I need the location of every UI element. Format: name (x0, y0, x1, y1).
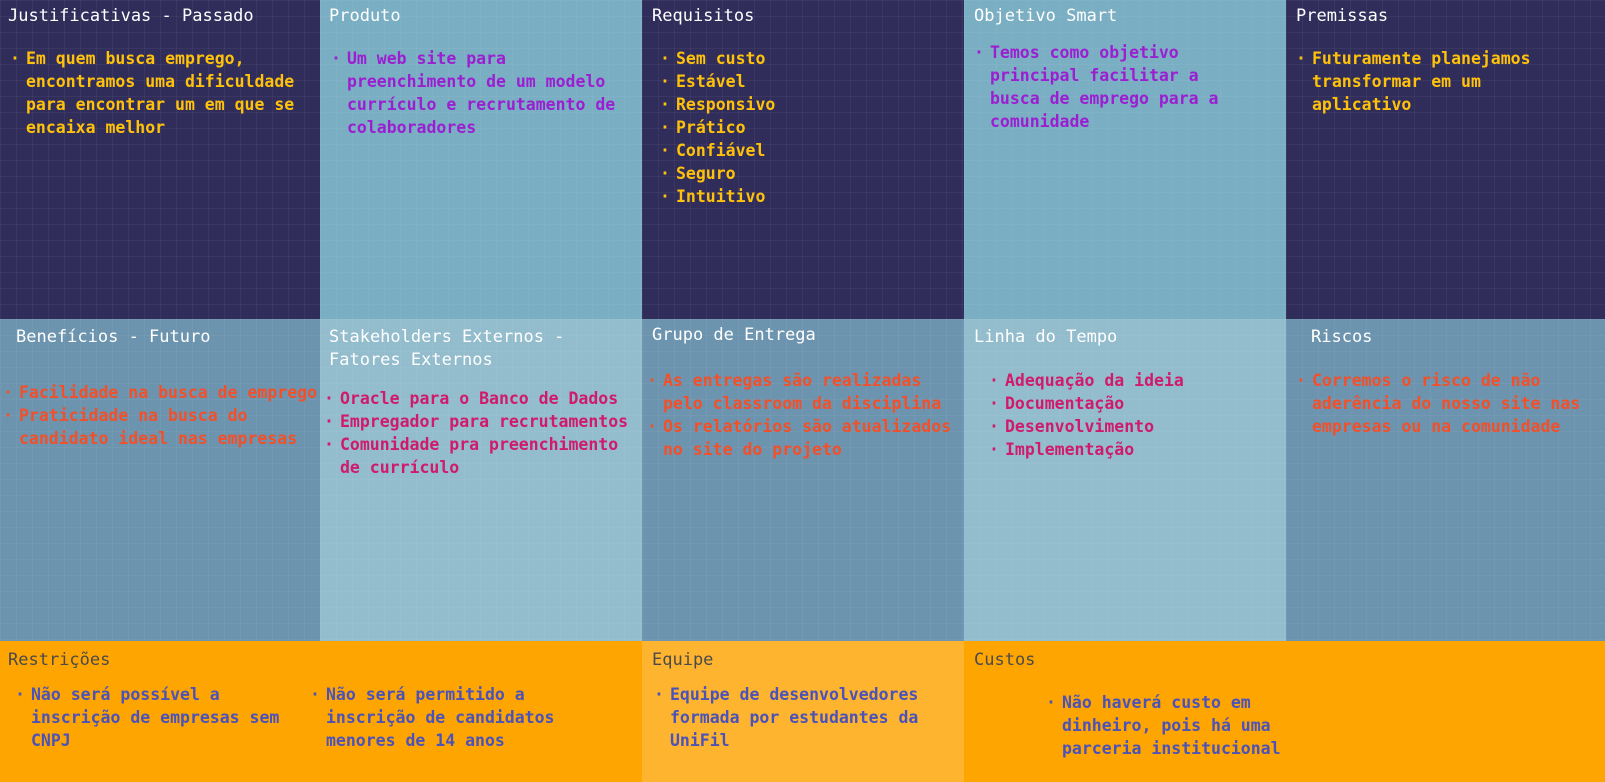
objetivo-title: Objetivo Smart (974, 6, 1118, 26)
beneficios-item: Facilidade na busca de emprego (1, 381, 319, 404)
restricoes-title: Restrições (8, 650, 111, 670)
requisitos-item: Estável (658, 70, 948, 93)
restricoes-cell[interactable]: Restrições Não será possível a inscrição… (0, 641, 642, 782)
grupo-title: Grupo de Entrega (652, 325, 816, 345)
linha-item: Implementação (987, 438, 1267, 461)
produto-cell[interactable]: Produto Um web site para preenchimento d… (320, 0, 642, 319)
beneficios-title: Benefícios - Futuro (16, 327, 211, 347)
equipe-item: Equipe de desenvolvedores formada por es… (652, 683, 952, 752)
beneficios-cell[interactable]: Benefícios - Futuro Facilidade na busca … (0, 319, 320, 641)
stakeholders-title: Stakeholders Externos - Fatores Externos (329, 327, 565, 370)
linha-item: Adequação da ideia (987, 369, 1267, 392)
premissas-item-list: Futuramente planejamos transformar em um… (1294, 47, 1564, 116)
linha-cell[interactable]: Linha do Tempo Adequação da ideiaDocumen… (964, 319, 1286, 641)
objetivo-item-list: Temos como objetivo principal facilitar … (972, 41, 1247, 133)
requisitos-item: Seguro (658, 162, 948, 185)
requisitos-cell[interactable]: Requisitos Sem custoEstávelResponsivoPrá… (642, 0, 964, 319)
requisitos-item: Confiável (658, 139, 948, 162)
restricoes-item-list: Não será possível a inscrição de empresa… (13, 683, 293, 752)
stakeholders-item-list: Oracle para o Banco de DadosEmpregador p… (322, 387, 640, 479)
produto-item: Um web site para preenchimento de um mod… (329, 47, 629, 139)
premissas-cell[interactable]: Premissas Futuramente planejamos transfo… (1286, 0, 1605, 319)
beneficios-item: Praticidade na busca do candidato ideal … (1, 404, 319, 450)
requisitos-item-list: Sem custoEstávelResponsivoPráticoConfiáv… (658, 47, 948, 208)
equipe-item-list: Equipe de desenvolvedores formada por es… (652, 683, 952, 752)
stakeholders-item: Empregador para recrutamentos (322, 410, 640, 433)
restricoes-item-list: Não será permitido a inscrição de candid… (308, 683, 588, 752)
beneficios-item-list: Facilidade na busca de empregoPraticidad… (1, 381, 319, 450)
premissas-item: Futuramente planejamos transformar em um… (1294, 47, 1564, 116)
riscos-item: Corremos o risco de não aderência do nos… (1294, 369, 1599, 438)
riscos-title: Riscos (1311, 327, 1373, 347)
requisitos-item: Prático (658, 116, 948, 139)
equipe-title: Equipe (652, 650, 714, 670)
requisitos-item: Intuitivo (658, 185, 948, 208)
custos-title: Custos (974, 650, 1036, 670)
grupo-item: As entregas são realizadas pelo classroo… (645, 369, 963, 415)
requisitos-item: Responsivo (658, 93, 948, 116)
premissas-title: Premissas (1296, 6, 1389, 26)
riscos-item-list: Corremos o risco de não aderência do nos… (1294, 369, 1599, 438)
grupo-item-list: As entregas são realizadas pelo classroo… (645, 369, 963, 461)
justificativas-item: Em quem busca emprego, encontramos uma d… (8, 47, 308, 139)
produto-item-list: Um web site para preenchimento de um mod… (329, 47, 629, 139)
linha-title: Linha do Tempo (974, 327, 1118, 347)
requisitos-item: Sem custo (658, 47, 948, 70)
grupo-cell[interactable]: Grupo de Entrega As entregas são realiza… (642, 319, 964, 641)
stakeholders-cell[interactable]: Stakeholders Externos - Fatores Externos… (320, 319, 642, 641)
requisitos-title: Requisitos (652, 6, 755, 26)
stakeholders-item: Oracle para o Banco de Dados (322, 387, 640, 410)
custos-cell[interactable]: Custos Não haverá custo em dinheiro, poi… (964, 641, 1605, 782)
restricoes-item: Não será permitido a inscrição de candid… (308, 683, 588, 752)
justificativas-item-list: Em quem busca emprego, encontramos uma d… (8, 47, 308, 139)
custos-item-list: Não haverá custo em dinheiro, pois há um… (1044, 691, 1304, 760)
justificativas-cell[interactable]: Justificativas - Passado Em quem busca e… (0, 0, 320, 319)
grupo-item: Os relatórios são atualizados no site do… (645, 415, 963, 461)
riscos-cell[interactable]: Riscos Corremos o risco de não aderência… (1286, 319, 1605, 641)
linha-item-list: Adequação da ideiaDocumentaçãoDesenvolvi… (987, 369, 1267, 461)
linha-item: Desenvolvimento (987, 415, 1267, 438)
custos-item: Não haverá custo em dinheiro, pois há um… (1044, 691, 1304, 760)
objetivo-cell[interactable]: Objetivo Smart Temos como objetivo princ… (964, 0, 1286, 319)
equipe-cell[interactable]: Equipe Equipe de desenvolvedores formada… (642, 641, 964, 782)
justificativas-title: Justificativas - Passado (8, 6, 254, 26)
objetivo-item: Temos como objetivo principal facilitar … (972, 41, 1247, 133)
stakeholders-item: Comunidade pra preenchimento de currícul… (322, 433, 640, 479)
restricoes-item: Não será possível a inscrição de empresa… (13, 683, 293, 752)
linha-item: Documentação (987, 392, 1267, 415)
produto-title: Produto (329, 6, 401, 26)
